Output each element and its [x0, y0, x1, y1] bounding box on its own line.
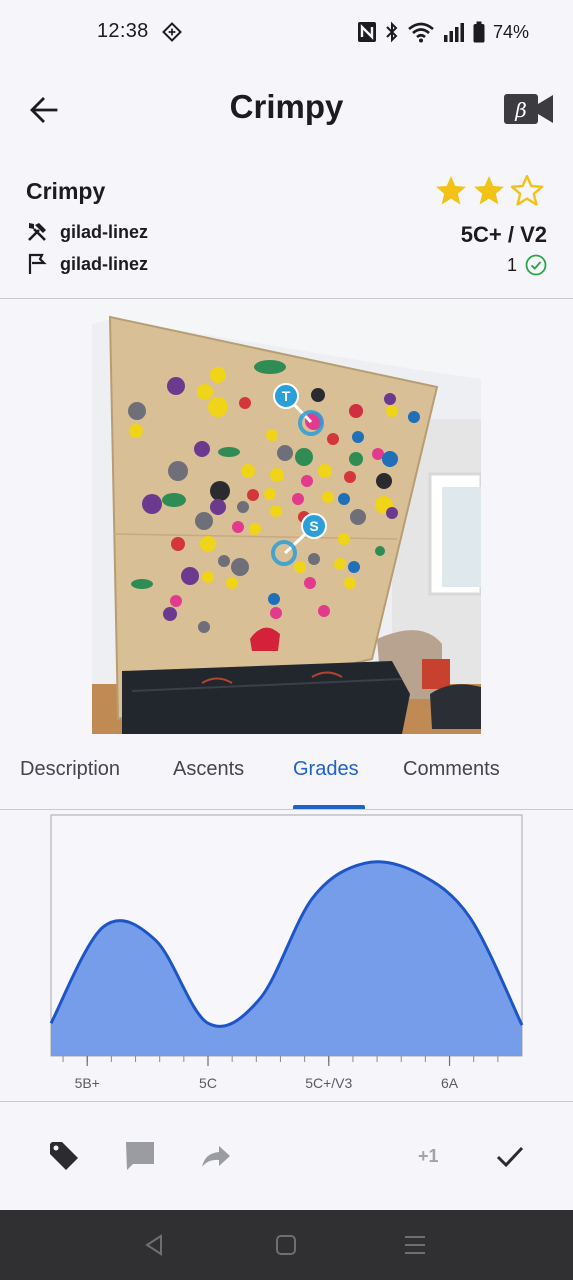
status-bar: 12:38 74%: [0, 0, 573, 64]
status-time: 12:38: [97, 20, 149, 42]
problem-info: Crimpy gilad-linez gilad-linez 5C+ / V2 …: [0, 160, 573, 298]
start-marker-label: S: [309, 518, 318, 534]
setter-row: gilad-linez: [26, 221, 148, 243]
back-nav-icon[interactable]: [142, 1232, 168, 1258]
video-camera-icon: β: [504, 94, 553, 124]
ascent-count-value: 1: [506, 254, 517, 275]
bluetooth-icon: [386, 21, 398, 43]
check-circle-icon: [525, 254, 547, 276]
x-tick-label: 6A: [441, 1075, 459, 1091]
tab-grades[interactable]: Grades: [293, 758, 359, 781]
notification-icon: [162, 22, 182, 42]
home-nav-icon[interactable]: [273, 1232, 299, 1258]
problem-name: Crimpy: [26, 178, 106, 204]
action-bar: +1: [0, 1102, 573, 1210]
first-ascent-row: gilad-linez: [26, 253, 148, 275]
beta-label: β: [514, 98, 527, 122]
setter-name: gilad-linez: [60, 221, 149, 242]
comment-button[interactable]: [120, 1136, 160, 1176]
beta-video-button[interactable]: β: [503, 92, 555, 126]
x-tick-label: 5B+: [75, 1075, 100, 1091]
plus-one-button[interactable]: +1: [418, 1146, 439, 1167]
ascent-count: 1: [507, 254, 547, 276]
grade-label: 5C+ / V2: [460, 222, 547, 247]
tag-button[interactable]: [44, 1136, 84, 1176]
tab-comments[interactable]: Comments: [403, 758, 500, 781]
flag-icon: [28, 253, 47, 274]
tab-ascents[interactable]: Ascents: [173, 758, 244, 781]
share-icon: [202, 1146, 230, 1167]
problem-photo[interactable]: T S: [92, 299, 481, 734]
page-title: Crimpy: [229, 88, 344, 125]
star-filled-icon: [436, 176, 466, 205]
comment-icon: [126, 1142, 154, 1170]
first-ascent-name: gilad-linez: [60, 253, 149, 274]
x-tick-label: 5C+/V3: [305, 1075, 352, 1091]
grades-chart-svg: 5B+ 5C 5C+/V3 6A: [49, 814, 524, 1091]
divider: [0, 809, 573, 810]
nfc-icon: [357, 22, 376, 42]
signal-icon: [443, 23, 464, 42]
hammer-wrench-icon: [28, 223, 46, 241]
star-filled-icon: [474, 176, 504, 205]
star-outline-icon: [510, 174, 544, 206]
wifi-icon: [408, 22, 434, 43]
system-nav-bar: [0, 1210, 573, 1280]
check-icon: [496, 1146, 524, 1168]
battery-percent: 74%: [492, 21, 529, 42]
wall-image: T S: [92, 299, 481, 734]
tab-description[interactable]: Description: [20, 758, 120, 781]
star-rating: [434, 174, 544, 208]
tick-button[interactable]: [490, 1136, 530, 1176]
app-bar: Crimpy β: [0, 64, 573, 150]
recents-nav-icon[interactable]: [402, 1232, 428, 1258]
tab-bar: Description Ascents Grades Comments: [0, 742, 573, 810]
grades-chart: 5B+ 5C 5C+/V3 6A: [0, 811, 573, 1101]
battery-icon: [473, 21, 485, 43]
tag-icon: [50, 1142, 78, 1170]
share-button[interactable]: [196, 1136, 236, 1176]
x-tick-label: 5C: [199, 1075, 217, 1091]
top-marker-label: T: [282, 388, 291, 404]
